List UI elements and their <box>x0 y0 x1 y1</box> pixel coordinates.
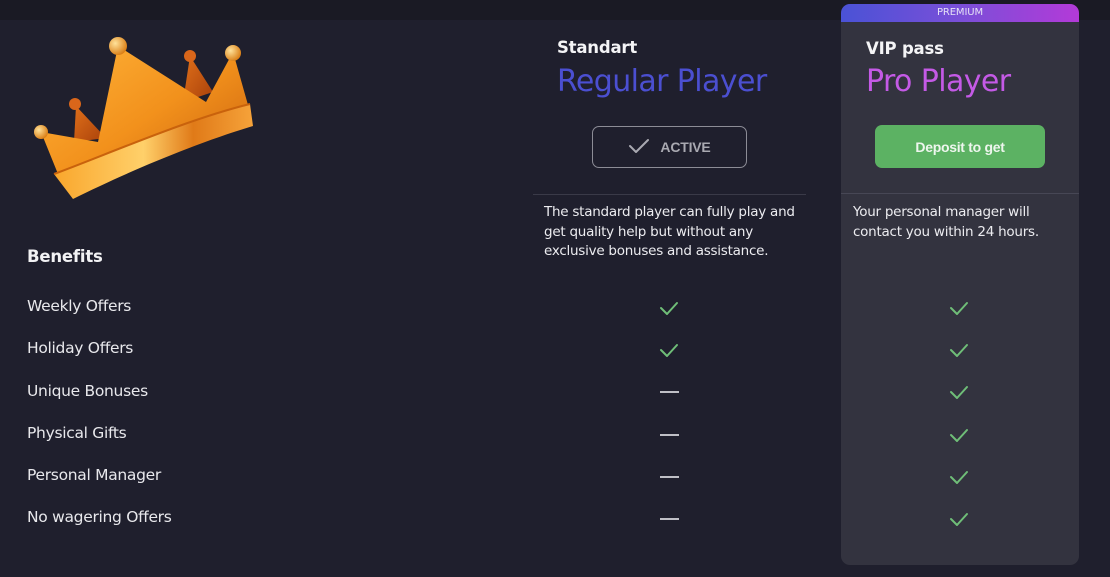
divider <box>533 194 806 195</box>
benefit-label: Holiday Offers <box>27 339 134 357</box>
dash-icon <box>660 391 679 393</box>
check-icon <box>948 383 970 401</box>
active-button[interactable]: ACTIVE <box>592 126 747 168</box>
active-button-label: ACTIVE <box>660 139 711 155</box>
plan-description: Your personal manager will contact you w… <box>853 204 1039 240</box>
benefit-label: Unique Bonuses <box>27 382 148 400</box>
plan-subtitle: Standart <box>557 38 638 57</box>
plan-comparison-page: Benefits Weekly Offers Holiday Offers Un… <box>0 0 1110 577</box>
benefit-label: No wagering Offers <box>27 508 172 526</box>
check-icon <box>658 341 680 359</box>
dash-icon <box>660 476 679 478</box>
plan-name: Regular Player <box>557 64 767 99</box>
deposit-button[interactable]: Deposit to get <box>875 125 1045 168</box>
dash-icon <box>660 518 679 520</box>
benefit-label: Personal Manager <box>27 466 161 484</box>
check-icon <box>628 137 650 158</box>
plan-description: The standard player can fully play and g… <box>544 204 795 259</box>
divider <box>841 193 1079 194</box>
benefit-label: Weekly Offers <box>27 297 132 315</box>
check-icon <box>948 341 970 359</box>
benefits-title: Benefits <box>27 247 103 266</box>
check-icon <box>948 426 970 444</box>
check-icon <box>658 299 680 317</box>
dash-icon <box>660 434 679 436</box>
benefit-label: Physical Gifts <box>27 424 127 442</box>
plan-name: Pro Player <box>866 64 1011 99</box>
check-icon <box>948 510 970 528</box>
premium-badge: PREMIUM <box>841 4 1079 22</box>
plan-subtitle: VIP pass <box>866 39 944 58</box>
check-icon <box>948 299 970 317</box>
crown-icon <box>28 34 258 204</box>
check-icon <box>948 468 970 486</box>
